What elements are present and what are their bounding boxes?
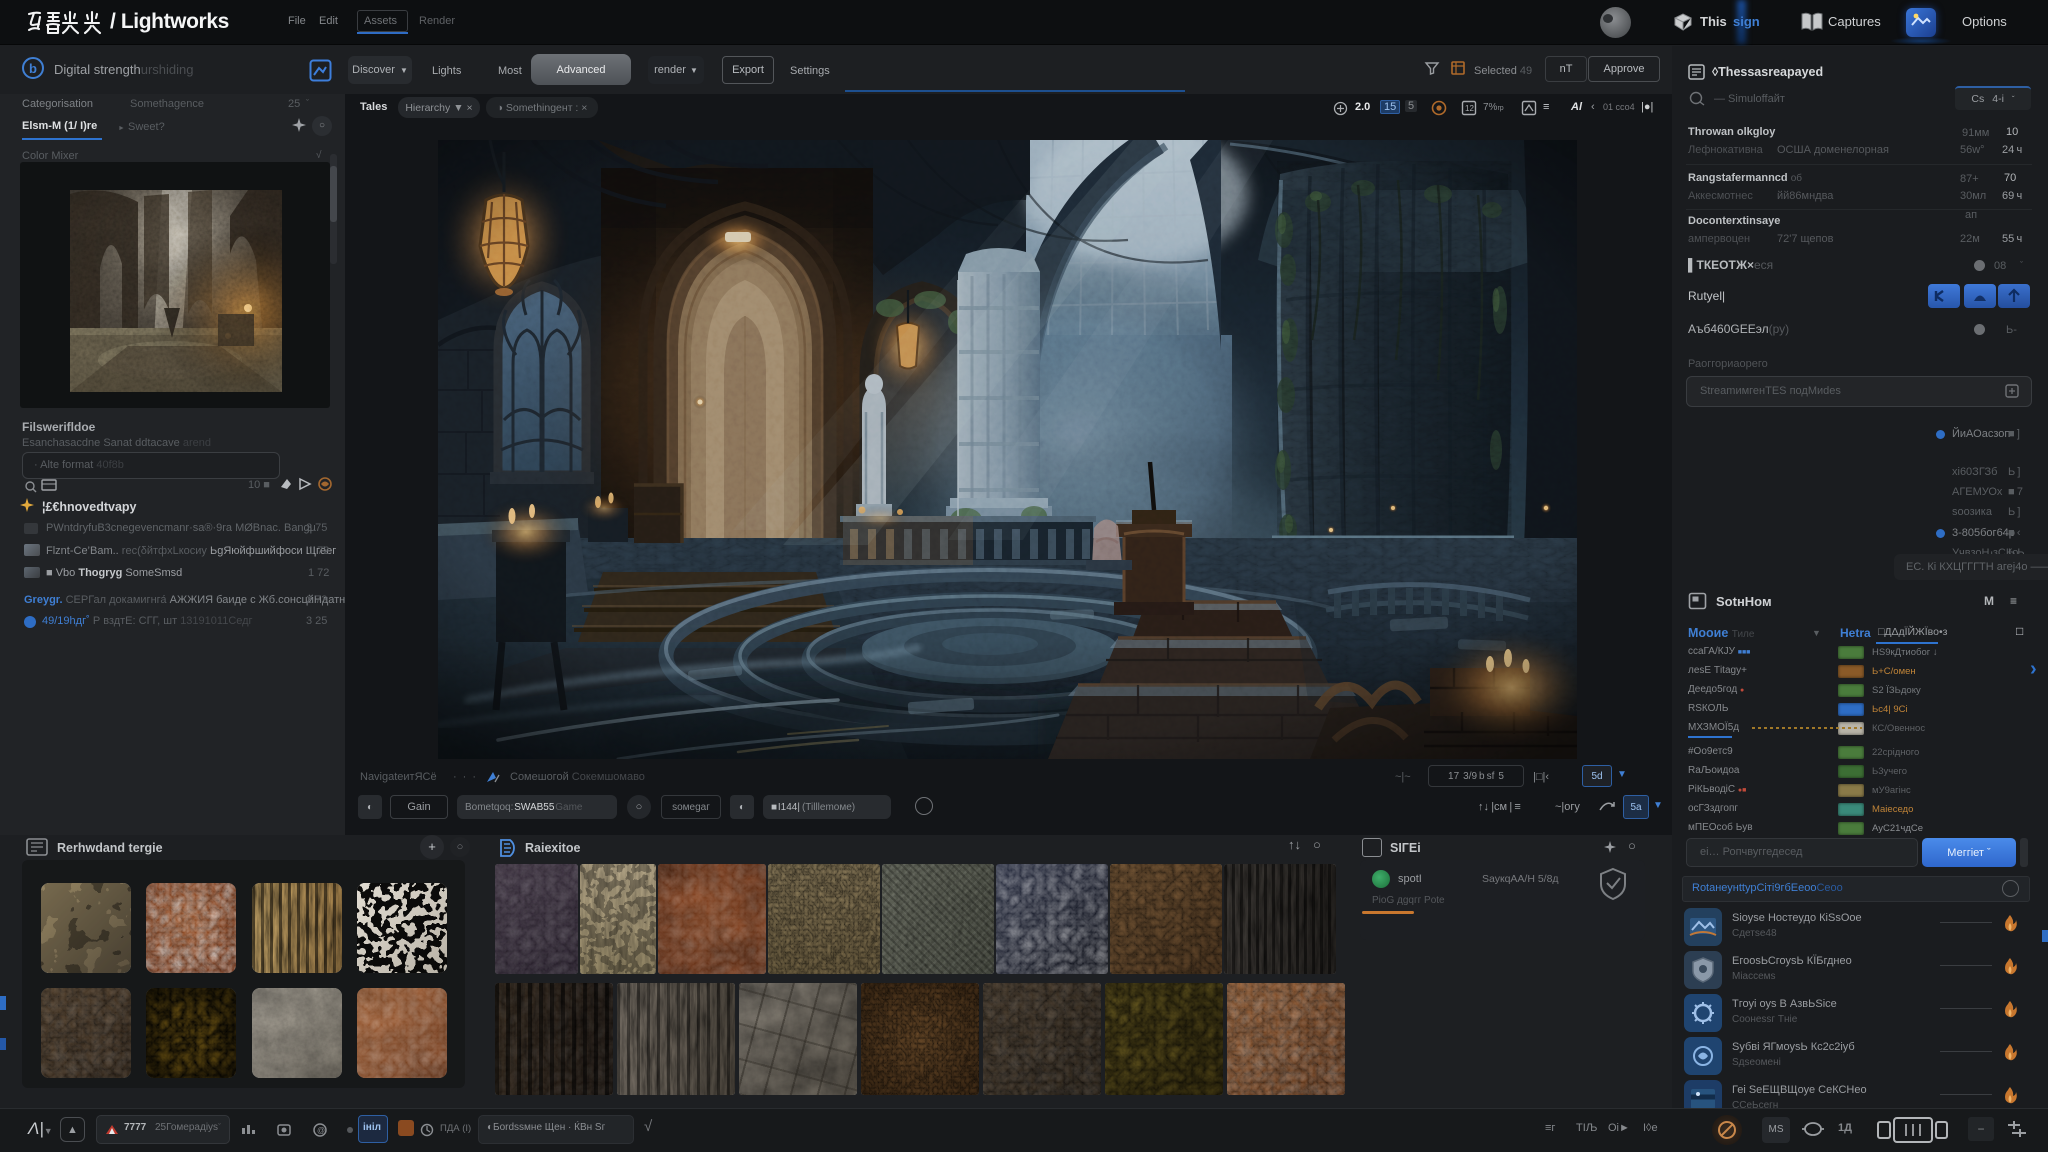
svg-text:@: @ [317,1126,325,1135]
svg-text:12: 12 [1465,104,1474,113]
